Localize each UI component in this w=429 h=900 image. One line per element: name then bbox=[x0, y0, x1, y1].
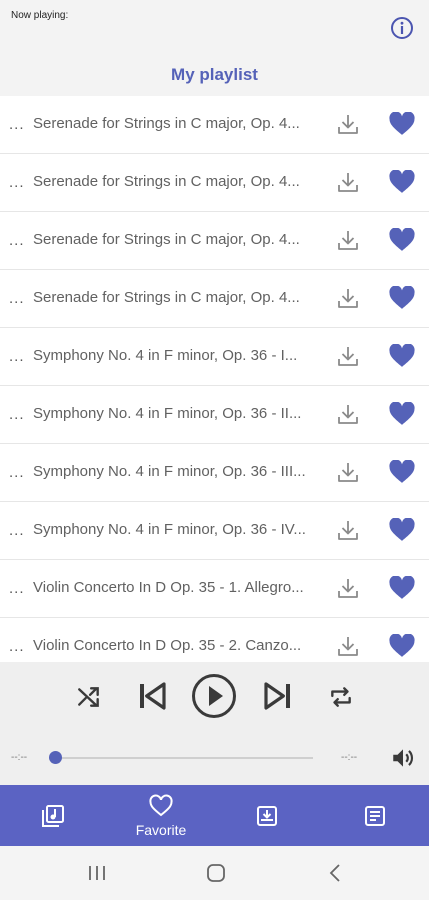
shuffle-icon[interactable] bbox=[76, 684, 102, 715]
row-prefix: ... bbox=[9, 174, 25, 191]
song-title[interactable]: Serenade for Strings in C major, Op. 4..… bbox=[33, 115, 321, 132]
seek-bar[interactable] bbox=[56, 757, 313, 759]
list-item[interactable]: ... Symphony No. 4 in F minor, Op. 36 - … bbox=[0, 444, 429, 502]
list-item[interactable]: ... Serenade for Strings in C major, Op.… bbox=[0, 154, 429, 212]
song-title[interactable]: Violin Concerto In D Op. 35 - 1. Allegro… bbox=[33, 579, 321, 596]
home-icon[interactable] bbox=[206, 863, 226, 888]
info-icon[interactable] bbox=[390, 16, 414, 40]
download-icon[interactable] bbox=[336, 228, 360, 252]
download-icon[interactable] bbox=[336, 402, 360, 426]
previous-icon[interactable] bbox=[136, 680, 168, 717]
repeat-icon[interactable] bbox=[328, 684, 354, 715]
volume-icon[interactable] bbox=[390, 745, 416, 776]
download-box-icon bbox=[255, 804, 279, 833]
nav-library[interactable] bbox=[22, 785, 84, 846]
list-item[interactable]: ... Violin Concerto In D Op. 35 - 2. Can… bbox=[0, 618, 429, 662]
song-title[interactable]: Symphony No. 4 in F minor, Op. 36 - III.… bbox=[33, 463, 321, 480]
heart-outline-icon bbox=[149, 794, 173, 823]
heart-icon[interactable] bbox=[389, 575, 415, 600]
seek-thumb[interactable] bbox=[49, 751, 62, 764]
row-prefix: ... bbox=[9, 116, 25, 133]
list-item[interactable]: ... Violin Concerto In D Op. 35 - 1. All… bbox=[0, 560, 429, 618]
download-icon[interactable] bbox=[336, 344, 360, 368]
heart-icon[interactable] bbox=[389, 343, 415, 368]
nav-downloads[interactable] bbox=[236, 785, 298, 846]
notes-icon bbox=[363, 804, 387, 833]
download-icon[interactable] bbox=[336, 460, 360, 484]
page-title: My playlist bbox=[171, 65, 258, 84]
download-icon[interactable] bbox=[336, 170, 360, 194]
list-item[interactable]: ... Symphony No. 4 in F minor, Op. 36 - … bbox=[0, 328, 429, 386]
song-title[interactable]: Serenade for Strings in C major, Op. 4..… bbox=[33, 289, 321, 306]
song-title[interactable]: Serenade for Strings in C major, Op. 4..… bbox=[33, 231, 321, 248]
heart-icon[interactable] bbox=[389, 285, 415, 310]
music-library-icon bbox=[41, 804, 65, 833]
heart-icon[interactable] bbox=[389, 459, 415, 484]
list-item[interactable]: ... Symphony No. 4 in F minor, Op. 36 - … bbox=[0, 386, 429, 444]
back-icon[interactable] bbox=[327, 863, 343, 888]
playlist[interactable]: ... Serenade for Strings in C major, Op.… bbox=[0, 96, 429, 662]
recent-apps-icon[interactable] bbox=[87, 865, 107, 886]
now-playing-label: Now playing: bbox=[11, 10, 69, 21]
row-prefix: ... bbox=[9, 232, 25, 249]
nav-favorite-label: Favorite bbox=[135, 822, 187, 838]
nav-favorite[interactable]: Favorite bbox=[122, 785, 200, 846]
next-icon[interactable] bbox=[262, 680, 294, 717]
bottom-navigation: Favorite bbox=[0, 785, 429, 846]
heart-icon[interactable] bbox=[389, 227, 415, 252]
list-item[interactable]: ... Serenade for Strings in C major, Op.… bbox=[0, 96, 429, 154]
download-icon[interactable] bbox=[336, 634, 360, 658]
play-button[interactable] bbox=[191, 673, 237, 724]
row-prefix: ... bbox=[9, 580, 25, 597]
list-item[interactable]: ... Serenade for Strings in C major, Op.… bbox=[0, 212, 429, 270]
song-title[interactable]: Symphony No. 4 in F minor, Op. 36 - IV..… bbox=[33, 521, 321, 538]
player-panel: --:-- --:-- bbox=[0, 662, 429, 785]
total-time: --:-- bbox=[341, 752, 358, 763]
heart-icon[interactable] bbox=[389, 401, 415, 426]
song-title[interactable]: Symphony No. 4 in F minor, Op. 36 - I... bbox=[33, 347, 321, 364]
top-bar: Now playing: My playlist bbox=[0, 0, 429, 96]
download-icon[interactable] bbox=[336, 576, 360, 600]
song-title[interactable]: Violin Concerto In D Op. 35 - 2. Canzo..… bbox=[33, 637, 321, 654]
row-prefix: ... bbox=[9, 348, 25, 365]
row-prefix: ... bbox=[9, 464, 25, 481]
download-icon[interactable] bbox=[336, 518, 360, 542]
row-prefix: ... bbox=[9, 290, 25, 307]
heart-icon[interactable] bbox=[389, 111, 415, 136]
system-navigation-bar bbox=[0, 846, 429, 900]
nav-notes[interactable] bbox=[344, 785, 406, 846]
download-icon[interactable] bbox=[336, 286, 360, 310]
heart-icon[interactable] bbox=[389, 169, 415, 194]
download-icon[interactable] bbox=[336, 112, 360, 136]
song-title[interactable]: Symphony No. 4 in F minor, Op. 36 - II..… bbox=[33, 405, 321, 422]
list-item[interactable]: ... Symphony No. 4 in F minor, Op. 36 - … bbox=[0, 502, 429, 560]
heart-icon[interactable] bbox=[389, 517, 415, 542]
row-prefix: ... bbox=[9, 406, 25, 423]
heart-icon[interactable] bbox=[389, 633, 415, 658]
list-item[interactable]: ... Serenade for Strings in C major, Op.… bbox=[0, 270, 429, 328]
row-prefix: ... bbox=[9, 522, 25, 539]
row-prefix: ... bbox=[9, 638, 25, 655]
current-time: --:-- bbox=[11, 752, 28, 763]
song-title[interactable]: Serenade for Strings in C major, Op. 4..… bbox=[33, 173, 321, 190]
